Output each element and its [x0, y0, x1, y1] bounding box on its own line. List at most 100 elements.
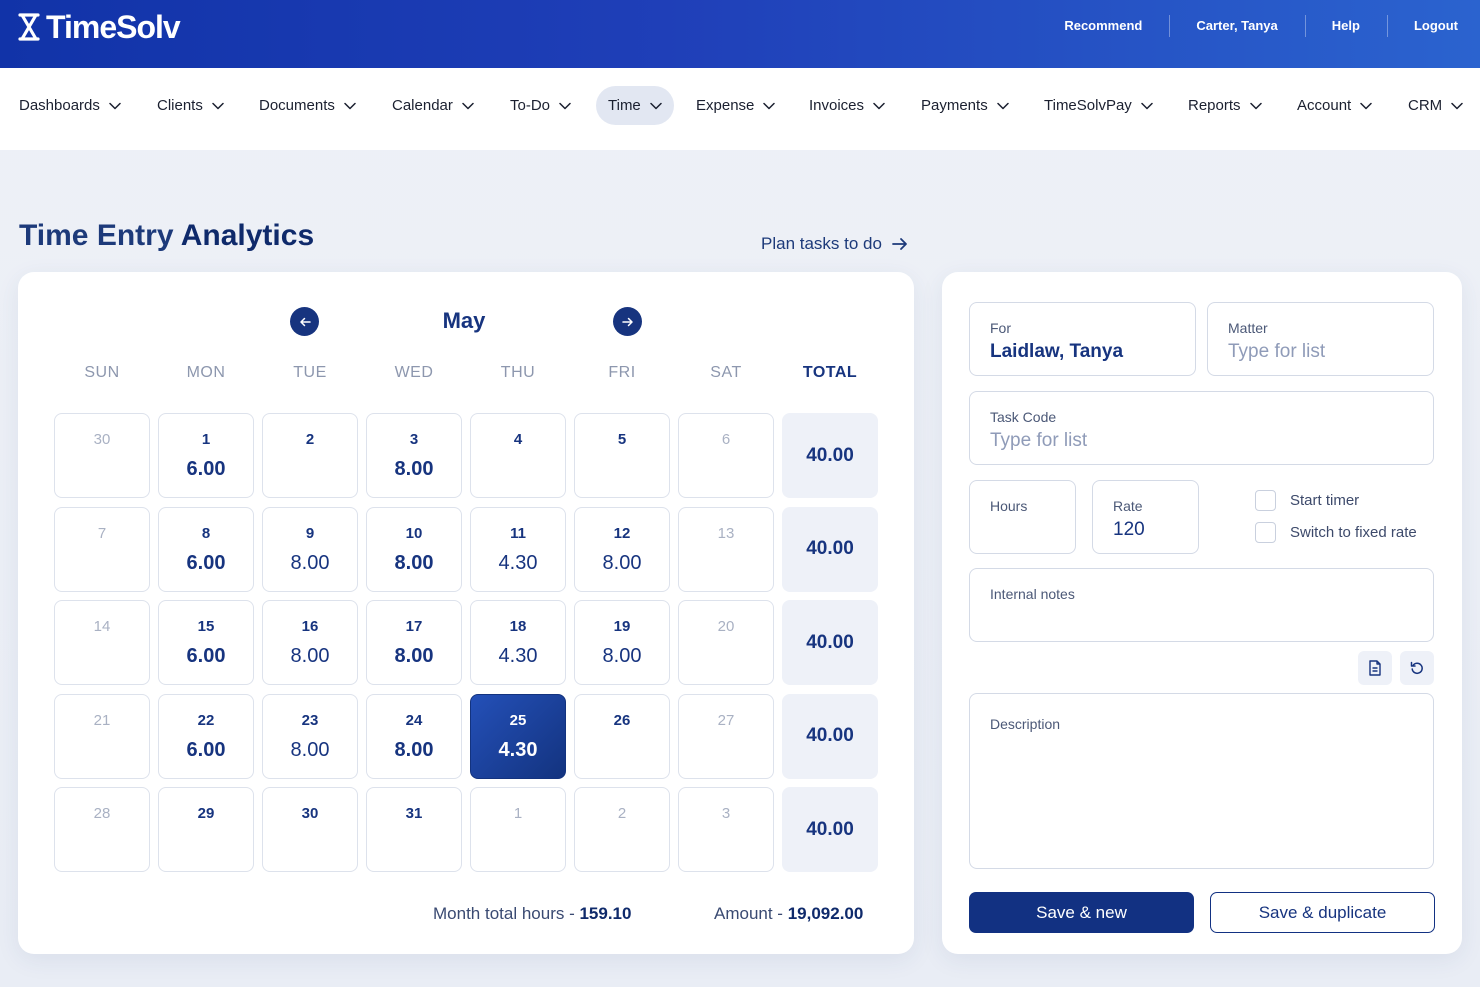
- nav-item-label: Time: [608, 97, 641, 114]
- day-cell[interactable]: 8 6.00: [158, 506, 254, 592]
- nav-item-label: Invoices: [809, 97, 865, 114]
- nav-item-label: Dashboards: [19, 97, 100, 114]
- nav-item-expense[interactable]: Expense: [684, 86, 787, 125]
- day-cell[interactable]: 1 6.00: [158, 413, 254, 498]
- day-cell[interactable]: 14: [54, 600, 150, 685]
- day-cell[interactable]: 16 8.00: [262, 600, 358, 685]
- nav-item-clients[interactable]: Clients: [145, 86, 236, 125]
- day-cell[interactable]: 12 8.00: [574, 506, 670, 592]
- save-new-button[interactable]: Save & new: [969, 892, 1194, 933]
- day-cell[interactable]: 10 8.00: [366, 506, 462, 592]
- nav-item-account[interactable]: Account: [1285, 86, 1384, 125]
- day-number: 26: [613, 711, 631, 729]
- day-cell[interactable]: 28: [54, 787, 150, 872]
- day-cell[interactable]: 19 8.00: [574, 600, 670, 685]
- fixed-rate-checkbox[interactable]: Switch to fixed rate: [1255, 522, 1417, 543]
- day-cell[interactable]: 15 6.00: [158, 600, 254, 685]
- hours-label: Hours: [990, 498, 1028, 514]
- day-cell[interactable]: 27: [678, 693, 774, 779]
- day-number: 15: [197, 618, 215, 635]
- weekday-wed: WED: [394, 364, 434, 381]
- day-number: 23: [301, 711, 319, 729]
- day-number: 27: [717, 711, 735, 729]
- save-duplicate-button[interactable]: Save & duplicate: [1210, 892, 1435, 933]
- nav-item-label: Payments: [921, 97, 988, 114]
- day-cell[interactable]: 11 4.30: [470, 506, 566, 592]
- template-button[interactable]: [1358, 651, 1392, 685]
- day-hours: 6.00: [186, 458, 226, 480]
- day-number: 12: [613, 524, 631, 542]
- nav-item-time[interactable]: Time: [596, 86, 674, 125]
- task-code-field[interactable]: Task Code Type for list: [969, 391, 1434, 465]
- arrow-right-icon: [892, 238, 907, 250]
- day-hours: 6.00: [186, 645, 226, 667]
- description-field[interactable]: Description: [969, 693, 1434, 869]
- nav-item-invoices[interactable]: Invoices: [797, 86, 897, 125]
- for-field[interactable]: For Laidlaw, Tanya: [969, 302, 1196, 376]
- day-number: 30: [301, 805, 319, 822]
- day-cell[interactable]: 18 4.30: [470, 600, 566, 685]
- day-cell[interactable]: 21: [54, 693, 150, 779]
- day-cell[interactable]: 4: [470, 413, 566, 498]
- reset-button[interactable]: [1400, 651, 1434, 685]
- plan-tasks-link[interactable]: Plan tasks to do: [761, 234, 908, 254]
- day-number: 18: [509, 618, 527, 635]
- day-cell[interactable]: 6: [678, 413, 774, 498]
- matter-field[interactable]: Matter Type for list: [1207, 302, 1434, 376]
- day-cell[interactable]: 22 6.00: [158, 693, 254, 779]
- nav-item-timesolvpay[interactable]: TimeSolvPay: [1032, 86, 1165, 125]
- recommend-link[interactable]: Recommend: [1037, 18, 1169, 33]
- day-cell-selected[interactable]: 25 4.30: [470, 693, 566, 779]
- day-cell[interactable]: 13: [678, 506, 774, 592]
- fixed-rate-box[interactable]: [1255, 522, 1276, 543]
- nav-item-payments[interactable]: Payments: [909, 86, 1021, 125]
- day-number: 20: [717, 618, 735, 635]
- day-cell[interactable]: 1: [470, 787, 566, 872]
- chevron-down-icon: [462, 102, 474, 109]
- chevron-down-icon: [996, 102, 1009, 109]
- rate-field[interactable]: Rate 120: [1092, 480, 1199, 554]
- day-cell[interactable]: 17 8.00: [366, 600, 462, 685]
- nav-item-dashboards[interactable]: Dashboards: [7, 86, 133, 125]
- nav-item-label: Clients: [157, 97, 203, 114]
- day-cell[interactable]: 29: [158, 787, 254, 872]
- logout-link[interactable]: Logout: [1386, 14, 1458, 37]
- prev-month-button[interactable]: [290, 307, 319, 336]
- chevron-down-icon: [109, 102, 121, 109]
- day-cell[interactable]: 7: [54, 506, 150, 592]
- day-cell[interactable]: 20: [678, 600, 774, 685]
- internal-notes-field[interactable]: Internal notes: [969, 568, 1434, 642]
- start-timer-box[interactable]: [1255, 490, 1276, 511]
- day-cell[interactable]: 26: [574, 693, 670, 779]
- weekday-tue: TUE: [293, 364, 327, 381]
- day-number: 7: [97, 524, 107, 542]
- hours-field[interactable]: Hours: [969, 480, 1076, 554]
- fixed-rate-label: Switch to fixed rate: [1290, 524, 1417, 541]
- day-hours: 8.00: [290, 738, 330, 761]
- day-cell[interactable]: 2: [574, 787, 670, 872]
- day-cell[interactable]: 3: [678, 787, 774, 872]
- day-cell[interactable]: 30: [262, 787, 358, 872]
- day-number: 6: [721, 431, 731, 448]
- day-cell[interactable]: 23 8.00: [262, 693, 358, 779]
- day-cell[interactable]: 3 8.00: [366, 413, 462, 498]
- nav-item-to-do[interactable]: To-Do: [498, 86, 583, 125]
- timesolv-logo[interactable]: TimeSolv: [18, 9, 181, 45]
- page-title: Time Entry Analytics: [19, 219, 314, 253]
- nav-item-reports[interactable]: Reports: [1176, 86, 1274, 125]
- day-cell[interactable]: 30: [54, 413, 150, 498]
- next-month-button[interactable]: [613, 307, 642, 336]
- nav-item-label: Account: [1297, 97, 1352, 114]
- day-cell[interactable]: 24 8.00: [366, 693, 462, 779]
- help-link[interactable]: Help: [1304, 14, 1387, 37]
- nav-item-documents[interactable]: Documents: [247, 86, 368, 125]
- start-timer-checkbox[interactable]: Start timer: [1255, 490, 1359, 511]
- day-cell[interactable]: 5: [574, 413, 670, 498]
- user-menu-link[interactable]: Carter, Tanya: [1169, 14, 1304, 37]
- nav-item-label: Calendar: [392, 97, 453, 114]
- nav-item-calendar[interactable]: Calendar: [380, 86, 486, 125]
- day-cell[interactable]: 2: [262, 413, 358, 498]
- day-cell[interactable]: 31: [366, 787, 462, 872]
- nav-item-crm[interactable]: CRM: [1396, 86, 1475, 125]
- day-cell[interactable]: 9 8.00: [262, 506, 358, 592]
